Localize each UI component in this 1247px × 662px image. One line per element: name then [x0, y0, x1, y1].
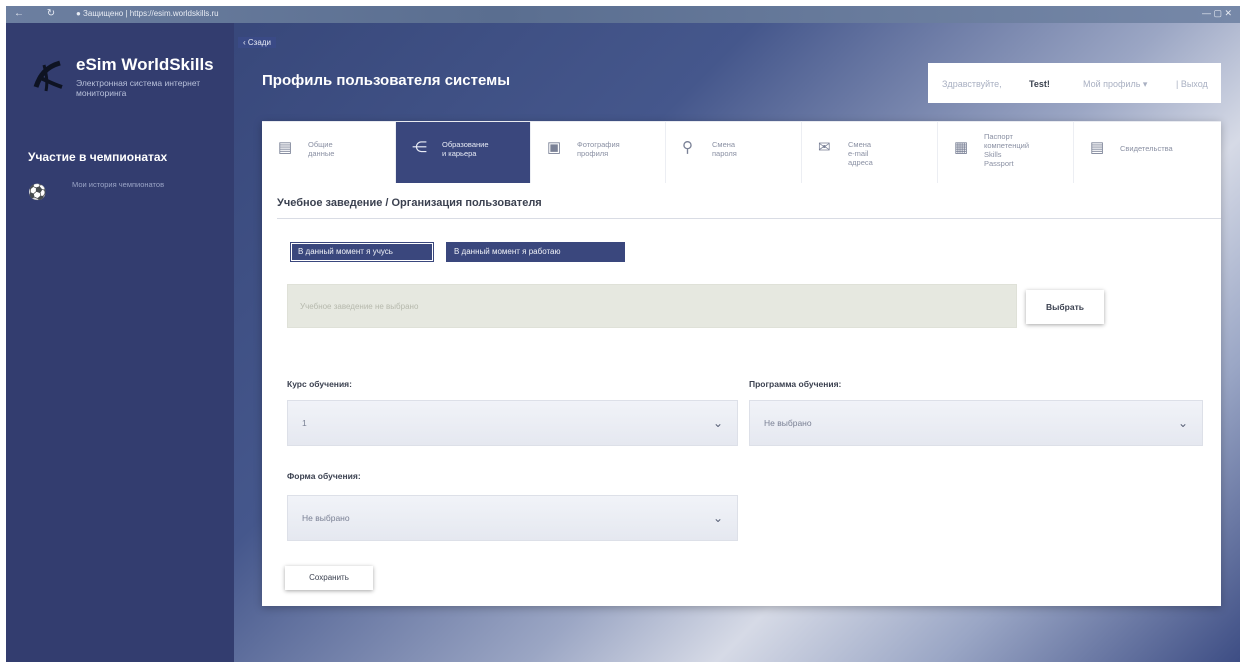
- course-label: Курс обучения:: [287, 379, 352, 389]
- choose-institution-button[interactable]: Выбрать: [1026, 290, 1104, 324]
- form-select[interactable]: Не выбрано ⌄: [287, 495, 738, 541]
- program-label: Программа обучения:: [749, 379, 842, 389]
- course-select[interactable]: 1 ⌄: [287, 400, 738, 446]
- tab-label: Смена пароля: [712, 140, 737, 158]
- brand-name[interactable]: eSim WorldSkills: [76, 55, 214, 75]
- profile-tabs: ▤ Общие данные ⋲ Образование и карьера ▣…: [262, 121, 1221, 183]
- document-icon: ▤: [278, 139, 293, 156]
- tab-change-email[interactable]: ✉ Смена e-mail адреса: [802, 121, 938, 183]
- address-bar[interactable]: ● Защищено | https://esim.worldskills.ru: [76, 9, 219, 18]
- brand-subtitle: Электронная система интернет мониторинга: [76, 78, 201, 98]
- program-select[interactable]: Не выбрано ⌄: [749, 400, 1203, 446]
- soccer-ball-icon: ⚽: [28, 184, 47, 201]
- tab-profile-photo[interactable]: ▣ Фотография профиля: [531, 121, 666, 183]
- sidebar: eSim WorldSkills Электронная система инт…: [6, 23, 234, 662]
- logout-link[interactable]: | Выход: [1176, 79, 1208, 89]
- form-label: Форма обучения:: [287, 471, 361, 481]
- institution-field[interactable]: Учебное заведение не выбрано: [287, 284, 1017, 328]
- certificate-icon: ▤: [1090, 139, 1105, 156]
- tab-skills-passport[interactable]: ▦ Паспорт компетенций Skills Passport: [938, 121, 1074, 183]
- mail-icon: ✉: [818, 139, 831, 156]
- tab-education-career[interactable]: ⋲ Образование и карьера: [396, 121, 531, 183]
- profile-card: ▤ Общие данные ⋲ Образование и карьера ▣…: [262, 121, 1221, 606]
- program-select-value: Не выбрано: [764, 418, 812, 428]
- course-select-value: 1: [302, 418, 307, 428]
- window-controls[interactable]: — ▢ ✕: [1202, 8, 1232, 19]
- divider: [277, 218, 1221, 219]
- user-panel: Здравствуйте, Test! Мой профиль ▾ | Выхо…: [928, 63, 1221, 103]
- currently-studying-button[interactable]: В данный момент я учусь: [290, 242, 434, 262]
- tab-label: Паспорт компетенций Skills Passport: [984, 132, 1030, 168]
- browser-nav-icons[interactable]: ← ↻: [14, 8, 65, 19]
- key-icon: ⚲: [682, 139, 693, 156]
- app-window: eSim WorldSkills Электронная система инт…: [6, 23, 1240, 662]
- tab-change-password[interactable]: ⚲ Смена пароля: [666, 121, 802, 183]
- photo-icon: ▣: [547, 139, 562, 156]
- back-link[interactable]: ‹ Сзади: [238, 37, 276, 48]
- tab-label: Смена e-mail адреса: [848, 140, 873, 167]
- tab-label: Общие данные: [308, 140, 335, 158]
- share-icon: ⋲: [412, 139, 427, 156]
- greeting-label: Здравствуйте,: [942, 79, 1002, 89]
- worldskills-logo-icon[interactable]: [30, 57, 68, 95]
- page-title: Профиль пользователя системы: [262, 72, 511, 89]
- profile-menu[interactable]: Мой профиль ▾: [1083, 79, 1147, 90]
- chevron-down-icon: ⌄: [712, 511, 723, 525]
- championships-section-title: Участие в чемпионатах: [28, 150, 168, 164]
- tab-label: Образование и карьера: [442, 140, 489, 158]
- form-select-value: Не выбрано: [302, 513, 350, 523]
- chevron-down-icon: ⌄: [712, 416, 723, 430]
- passport-icon: ▦: [954, 139, 969, 156]
- save-button[interactable]: Сохранить: [285, 566, 373, 590]
- sidebar-item-championship-history[interactable]: Мои история чемпионатов: [72, 180, 164, 189]
- section-heading: Учебное заведение / Организация пользова…: [277, 197, 542, 209]
- browser-toolbar: ← ↻ ● Защищено | https://esim.worldskill…: [6, 6, 1240, 23]
- tab-label: Свидетельства: [1120, 144, 1173, 153]
- currently-working-button[interactable]: В данный момент я работаю: [446, 242, 625, 262]
- user-name: Test!: [1029, 79, 1050, 89]
- tab-general-data[interactable]: ▤ Общие данные: [262, 121, 396, 183]
- tab-label: Фотография профиля: [577, 140, 620, 158]
- tab-certificates[interactable]: ▤ Свидетельства: [1074, 121, 1221, 183]
- chevron-down-icon: ⌄: [1177, 416, 1188, 430]
